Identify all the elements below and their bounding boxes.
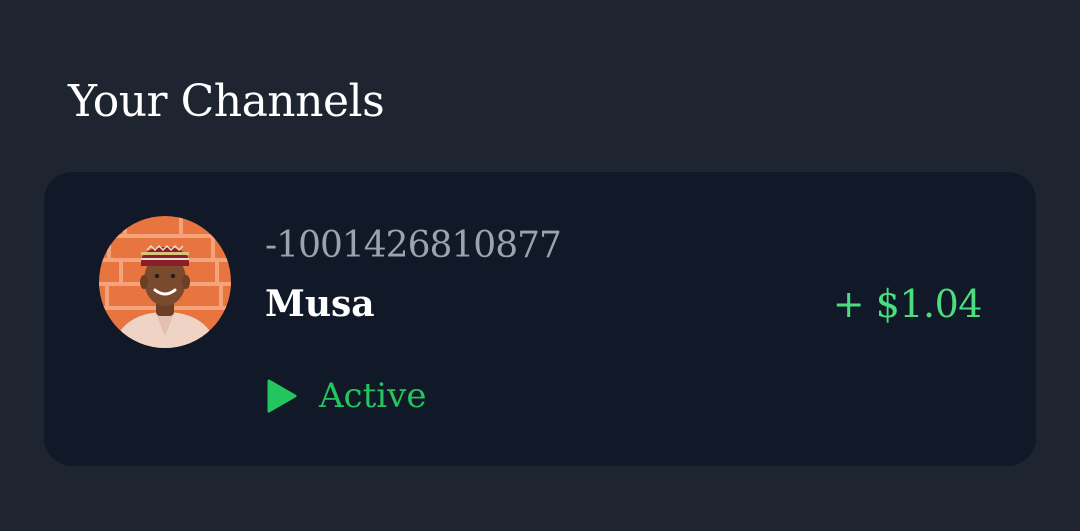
channel-card[interactable]: -1001426810877 Musa + $1.04 Active — [44, 172, 1036, 466]
channel-avatar — [99, 216, 231, 348]
section-title: Your Channels — [68, 76, 385, 127]
channel-id: -1001426810877 — [265, 225, 562, 266]
channel-name: Musa — [265, 283, 375, 325]
play-icon — [267, 379, 297, 413]
channel-earnings: + $1.04 — [832, 282, 983, 326]
channel-status: Active — [265, 374, 426, 418]
status-label: Active — [319, 376, 427, 416]
